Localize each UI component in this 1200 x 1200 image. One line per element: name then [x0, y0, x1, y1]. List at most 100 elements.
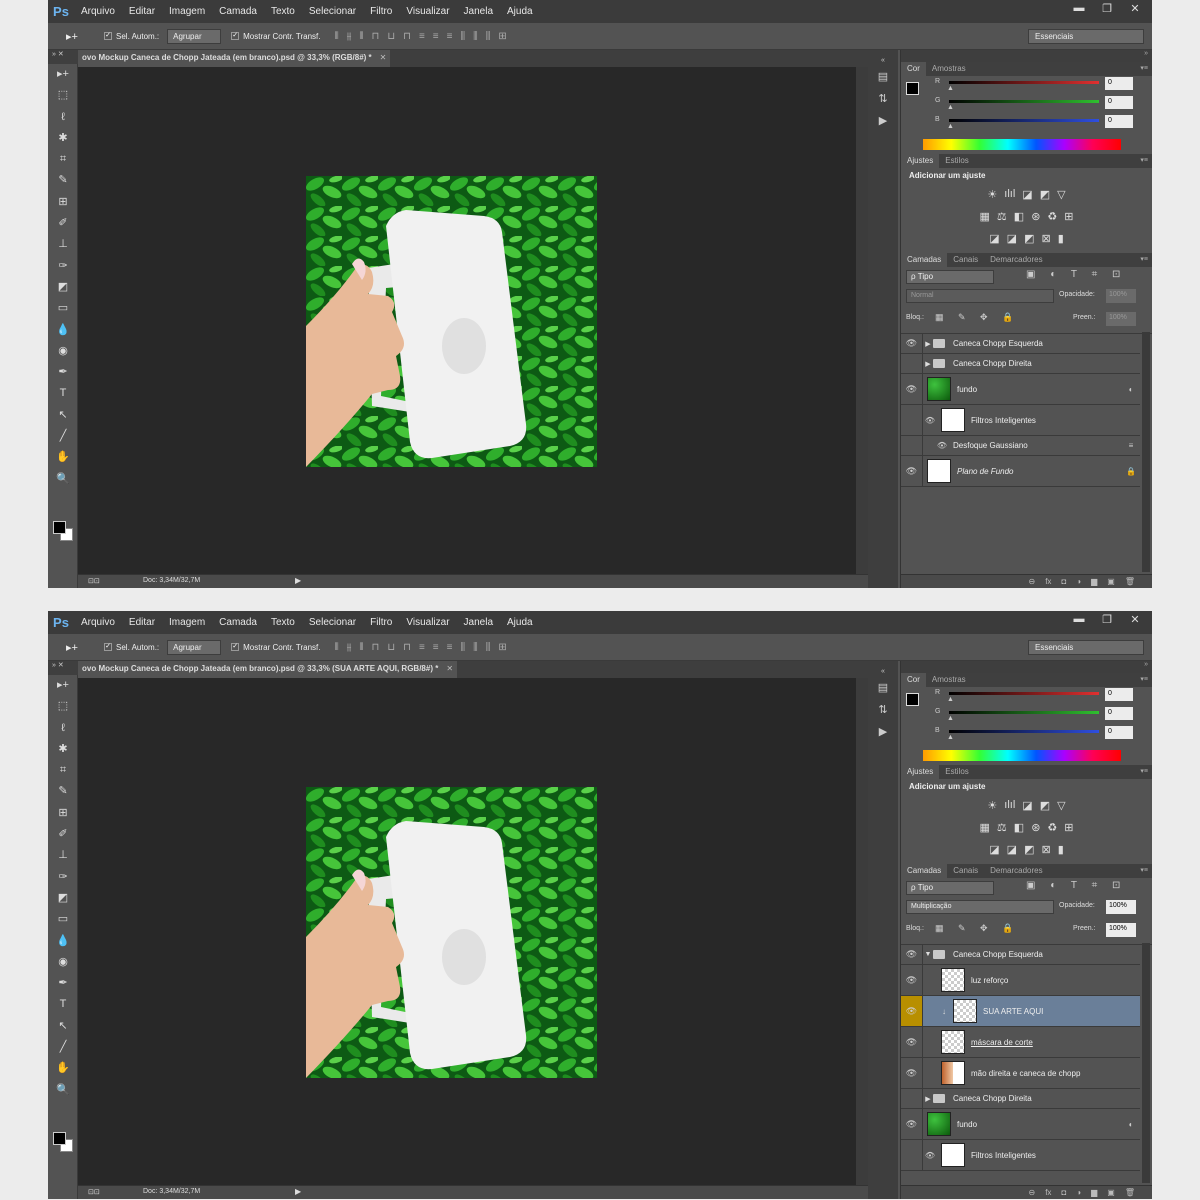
expand-arrow-icon[interactable]: ▶ [923, 340, 933, 348]
toolbox-header[interactable]: » ✕ [48, 50, 78, 64]
dodge-tool-icon[interactable]: ◉ [48, 341, 78, 362]
opacity-field[interactable]: 100% [1106, 289, 1136, 303]
zoom-tool-icon[interactable]: 🔍 [48, 1080, 78, 1101]
menu-texto[interactable]: Texto [264, 617, 302, 628]
zoom-level-icon[interactable]: ⊡⊡ [88, 577, 100, 585]
auto-select-checkbox[interactable]: ✓ Sel. Autom.: [104, 643, 159, 652]
tab-amostras[interactable]: Amostras [926, 62, 972, 76]
gradient-tool-icon[interactable]: ▭ [48, 909, 78, 930]
marquee-tool-icon[interactable]: ⬚ [48, 696, 78, 717]
visibility-eye-icon[interactable]: 👁 [901, 965, 923, 995]
path-select-icon[interactable]: ↖ [48, 405, 78, 426]
new-group-icon[interactable]: ▆ [1091, 577, 1097, 586]
healing-brush-icon[interactable]: ⊞ [48, 803, 78, 824]
canvas-area[interactable] [78, 67, 856, 574]
menu-selecionar[interactable]: Selecionar [302, 6, 363, 17]
color-spectrum[interactable] [923, 750, 1121, 761]
menu-editar[interactable]: Editar [122, 617, 162, 628]
restore-button[interactable]: ❐ [1100, 2, 1114, 15]
opacity-field[interactable]: 100% [1106, 900, 1136, 914]
filter-eye-icon[interactable]: 👁 [923, 441, 953, 450]
hue-sat-icon[interactable]: ▦ [980, 210, 990, 223]
marquee-tool-icon[interactable]: ⬚ [48, 85, 78, 106]
tab-demarcadores[interactable]: Demarcadores [984, 253, 1048, 267]
auto-select-checkbox[interactable]: ✓ Sel. Autom.: [104, 32, 159, 41]
color-balance-icon[interactable]: ⚖ [997, 821, 1007, 834]
tab-ajustes[interactable]: Ajustes [901, 154, 940, 168]
eraser-tool-icon[interactable]: ◩ [48, 277, 78, 298]
history-icon[interactable]: ▤ [868, 66, 898, 88]
visibility-eye-icon[interactable] [901, 436, 923, 455]
align-icons[interactable]: ⫴ ⫵ ⫴ ⊓ ⊔ ⊓ ≡ ≡ ≡ ⫼ ⫼ ⫼ ⊞ [335, 31, 507, 42]
visibility-eye-icon[interactable]: 👁 [901, 996, 923, 1026]
foreground-color-swatch[interactable] [53, 521, 66, 534]
status-menu-arrow-icon[interactable]: ▶ [295, 1187, 301, 1196]
tab-amostras[interactable]: Amostras [926, 673, 972, 687]
history-brush-icon[interactable]: ✑ [48, 867, 78, 888]
lock-icons[interactable]: ▦ ✎ ✥ 🔒 [935, 312, 1019, 323]
visibility-eye-icon[interactable]: 👁 [901, 334, 923, 353]
dock-expand-icon[interactable]: » [901, 661, 1152, 673]
tab-cor[interactable]: Cor [901, 62, 926, 76]
workspace-dropdown[interactable]: Essenciais [1028, 640, 1144, 655]
status-menu-arrow-icon[interactable]: ▶ [295, 576, 301, 585]
zoom-tool-icon[interactable]: 🔍 [48, 469, 78, 490]
brush-tool-icon[interactable]: ✐ [48, 213, 78, 234]
show-transform-checkbox[interactable]: ✓ Mostrar Contr. Transf. [231, 32, 321, 41]
layer-filter-dropdown[interactable]: ρ Tipo [906, 881, 994, 895]
gradient-map-icon[interactable]: ▮ [1058, 232, 1064, 245]
levels-icon[interactable]: ılıl [1004, 799, 1015, 811]
layer-row[interactable]: 👁 fundo ◐ [901, 374, 1140, 405]
tab-canais[interactable]: Canais [947, 253, 984, 267]
menu-janela[interactable]: Janela [457, 617, 500, 628]
layer-row[interactable]: 👁 mão direita e caneca de chopp [901, 1058, 1140, 1089]
slider-g[interactable]: G ▲ 0 [901, 706, 1152, 725]
layer-row[interactable]: ▶ Caneca Chopp Direita [901, 1089, 1140, 1109]
layer-filter-dropdown[interactable]: ρ Tipo [906, 270, 994, 284]
menu-editar[interactable]: Editar [122, 6, 162, 17]
hand-tool-icon[interactable]: ✋ [48, 447, 78, 468]
visibility-eye-icon[interactable] [901, 354, 923, 373]
layer-row[interactable]: ▶ Caneca Chopp Direita [901, 354, 1140, 374]
panel-menu-icon[interactable]: ▾≡ [1140, 156, 1148, 164]
posterize-icon[interactable]: ◪ [1007, 232, 1017, 245]
play-icon[interactable]: ▶ [868, 721, 898, 743]
slider-b[interactable]: B ▲ 0 [901, 725, 1152, 744]
lasso-tool-icon[interactable]: ℓ [48, 107, 78, 128]
zoom-level-icon[interactable]: ⊡⊡ [88, 1188, 100, 1196]
layer-row[interactable]: 👁 luz reforço [901, 965, 1140, 996]
panel-menu-icon[interactable]: ▾≡ [1140, 675, 1148, 683]
layers-scrollbar[interactable] [1142, 943, 1150, 1183]
move-tool-icon[interactable]: ▸+ [48, 675, 78, 696]
threshold-icon[interactable]: ◩ [1024, 843, 1034, 856]
eyedropper-icon[interactable]: ✎ [48, 781, 78, 802]
eraser-tool-icon[interactable]: ◩ [48, 888, 78, 909]
fill-field[interactable]: 100% [1106, 923, 1136, 937]
layer-row[interactable]: 👁 ▶ Caneca Chopp Esquerda [901, 334, 1140, 354]
menu-camada[interactable]: Camada [212, 617, 264, 628]
layer-row[interactable]: 👁 máscara de corte [901, 1027, 1140, 1058]
new-layer-icon[interactable]: ▣ [1107, 577, 1115, 586]
tab-camadas[interactable]: Camadas [901, 253, 948, 267]
line-tool-icon[interactable]: ╱ [48, 426, 78, 447]
menu-filtro[interactable]: Filtro [363, 617, 399, 628]
tab-estilos[interactable]: Estilos [939, 154, 975, 168]
levels-icon[interactable]: ılıl [1004, 188, 1015, 200]
visibility-eye-icon[interactable] [901, 405, 923, 435]
vibrance-icon[interactable]: ▽ [1057, 188, 1065, 201]
menu-visualizar[interactable]: Visualizar [399, 617, 456, 628]
auto-select-dropdown[interactable]: Agrupar [167, 639, 222, 655]
minimize-button[interactable]: ▬ [1072, 613, 1086, 626]
menu-imagem[interactable]: Imagem [162, 6, 212, 17]
dock-expand-icon[interactable]: » [901, 50, 1152, 62]
menu-visualizar[interactable]: Visualizar [399, 6, 456, 17]
gradient-tool-icon[interactable]: ▭ [48, 298, 78, 319]
adjustment-layer-icon[interactable]: ◑ [1076, 1188, 1081, 1197]
canvas-area[interactable] [78, 678, 856, 1185]
visibility-eye-icon[interactable]: 👁 [901, 1058, 923, 1088]
layers-scrollbar[interactable] [1142, 332, 1150, 572]
mockup-image[interactable] [306, 176, 597, 467]
invert-icon[interactable]: ◪ [989, 843, 999, 856]
black-white-icon[interactable]: ◧ [1014, 821, 1024, 834]
layer-row[interactable]: 👁 Filtros Inteligentes [901, 1140, 1140, 1171]
